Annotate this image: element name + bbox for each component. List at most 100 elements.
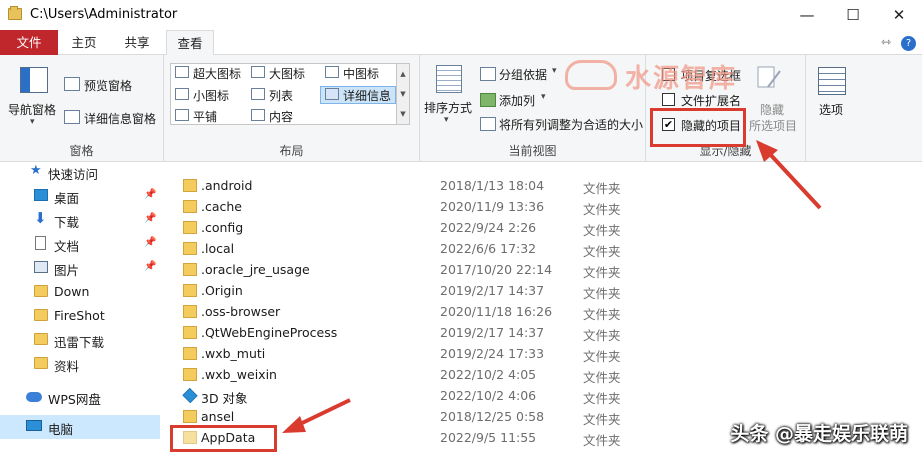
file-list: .android 2018/1/13 18:04 文件夹 .cache 2020…	[165, 163, 922, 454]
chevron-down-icon[interactable]: ▾	[30, 117, 35, 127]
tab-home[interactable]: 主页	[60, 30, 108, 55]
details-icon	[325, 88, 339, 100]
file-row[interactable]: .android 2018/1/13 18:04 文件夹	[165, 175, 922, 196]
folder-icon	[183, 242, 197, 255]
computer-icon	[26, 420, 42, 431]
group-by-button[interactable]: 分组依据	[499, 66, 547, 83]
file-name: .wxb_muti	[201, 346, 266, 361]
layout-tiles[interactable]: 平铺	[193, 108, 217, 125]
file-row[interactable]: .oss-browser 2020/11/18 16:26 文件夹	[165, 301, 922, 322]
file-type: 文件夹	[583, 181, 621, 196]
nav-item-thunder-downloads[interactable]: 迅雷下载	[0, 328, 160, 352]
folder-icon	[183, 221, 197, 234]
expand-gallery-icon[interactable]: ▼	[397, 104, 409, 124]
pin-icon[interactable]: 📌	[144, 213, 156, 224]
nav-item-documents[interactable]: 文档 📌	[0, 232, 160, 256]
folder-icon	[183, 263, 197, 276]
options-button[interactable]: 选项	[819, 101, 843, 118]
file-date: 2019/2/24 17:33	[440, 346, 545, 361]
folder-icon	[183, 179, 197, 192]
file-row[interactable]: .cache 2020/11/9 13:36 文件夹	[165, 196, 922, 217]
maximize-button[interactable]: ☐	[830, 0, 876, 30]
nav-item-downloads[interactable]: ⬇ 下载 📌	[0, 208, 160, 232]
hide-selected-button[interactable]: 隐藏	[760, 101, 784, 118]
tab-view[interactable]: 查看	[166, 30, 214, 56]
ribbon-pin-icon[interactable]: ⇿	[881, 35, 891, 49]
close-button[interactable]: ✕	[876, 0, 922, 30]
layout-list[interactable]: 列表	[269, 87, 293, 104]
details-pane-button[interactable]: 详细信息窗格	[84, 110, 156, 127]
preview-pane-button[interactable]: 预览窗格	[84, 77, 132, 94]
scroll-up-icon[interactable]: ▲	[397, 64, 409, 84]
file-row[interactable]: .Origin 2019/2/17 14:37 文件夹	[165, 280, 922, 301]
file-row[interactable]: .local 2022/6/6 17:32 文件夹	[165, 238, 922, 259]
layout-scrollbar[interactable]: ▲ ▼ ▼	[396, 64, 409, 124]
scroll-down-icon[interactable]: ▼	[397, 84, 409, 104]
folder-icon	[183, 347, 197, 360]
layout-small-icons[interactable]: 小图标	[193, 87, 229, 104]
size-all-columns-button[interactable]: 将所有列调整为合适的大小	[499, 116, 643, 133]
file-row[interactable]: .wxb_muti 2019/2/24 17:33 文件夹	[165, 343, 922, 364]
chevron-down-icon[interactable]: ▾	[541, 92, 546, 102]
nav-item-this-pc[interactable]: 电脑	[0, 415, 160, 439]
nav-item-quick-access[interactable]: ★ 快速访问	[0, 160, 160, 184]
tab-share[interactable]: 共享	[112, 30, 162, 55]
nav-item-fireshot[interactable]: FireShot	[0, 304, 160, 328]
layout-large-icons[interactable]: 大图标	[269, 65, 305, 82]
layout-content[interactable]: 内容	[269, 108, 293, 125]
file-row[interactable]: .QtWebEngineProcess 2019/2/17 14:37 文件夹	[165, 322, 922, 343]
file-date: 2022/9/5 11:55	[440, 430, 537, 445]
nav-item-down[interactable]: Down	[0, 280, 160, 304]
file-type: 文件夹	[583, 265, 621, 280]
file-name: .cache	[201, 199, 242, 214]
pin-icon[interactable]: 📌	[144, 237, 156, 248]
minimize-button[interactable]: —	[784, 0, 830, 30]
navigation-pane-button[interactable]: 导航窗格	[8, 101, 56, 118]
add-columns-button[interactable]: 添加列	[499, 92, 535, 109]
pin-icon[interactable]: 📌	[144, 189, 156, 200]
author-credit: 头条 @暴走娱乐联萌	[730, 423, 908, 445]
file-row[interactable]: .oracle_jre_usage 2017/10/20 22:14 文件夹	[165, 259, 922, 280]
nav-item-pictures[interactable]: 图片 📌	[0, 256, 160, 280]
file-date: 2018/12/25 0:58	[440, 409, 545, 424]
layout-details[interactable]: 详细信息	[343, 87, 391, 104]
ribbon-tabs: 文件 主页 共享 查看 ⇿ ?	[0, 30, 922, 56]
nav-item-wps-drive[interactable]: WPS网盘	[0, 385, 160, 409]
layout-medium-icons[interactable]: 中图标	[343, 65, 379, 82]
file-name: ansel	[201, 409, 235, 424]
layout-extra-large-icons[interactable]: 超大图标	[193, 65, 241, 82]
nav-item-materials[interactable]: 资料	[0, 352, 160, 376]
medium-icons-icon	[325, 66, 339, 78]
file-type: 文件夹	[583, 391, 621, 406]
pin-icon[interactable]: 📌	[144, 261, 156, 272]
file-type: 文件夹	[583, 349, 621, 364]
file-row[interactable]: 3D 对象 2022/10/2 4:06 文件夹	[165, 385, 922, 406]
file-name: .wxb_weixin	[201, 367, 277, 382]
navigation-pane: ★ 快速访问 桌面 📌 ⬇ 下载 📌 文档 📌 图片 📌 Down FireSh…	[0, 163, 165, 454]
pane-group: 导航窗格 ▾ 预览窗格 详细信息窗格 窗格	[0, 55, 164, 162]
sort-by-button[interactable]: 排序方式	[424, 99, 472, 116]
file-row[interactable]: .config 2022/9/24 2:26 文件夹	[165, 217, 922, 238]
current-view-group-label: 当前视图	[508, 144, 557, 158]
file-row[interactable]: .wxb_weixin 2022/10/2 4:05 文件夹	[165, 364, 922, 385]
tiles-icon	[175, 109, 189, 121]
file-type: 文件夹	[583, 370, 621, 385]
document-icon	[35, 236, 46, 250]
file-date: 2022/6/6 17:32	[440, 241, 537, 256]
file-date: 2018/1/13 18:04	[440, 178, 545, 193]
chevron-down-icon[interactable]: ▾	[444, 115, 449, 125]
hide-selected-button-line2[interactable]: 所选项目	[749, 117, 797, 134]
3d-objects-icon	[182, 387, 198, 404]
help-icon[interactable]: ?	[901, 36, 916, 51]
chevron-down-icon[interactable]: ▾	[552, 66, 557, 76]
file-date: 2022/9/24 2:26	[440, 220, 537, 235]
size-columns-icon	[480, 117, 496, 131]
watermark: 水源智库	[565, 58, 775, 94]
nav-item-label: 文档	[54, 239, 80, 254]
watermark-text: 水源智库	[625, 64, 738, 94]
tab-file[interactable]: 文件	[0, 30, 58, 55]
group-by-icon	[480, 67, 496, 81]
file-type: 文件夹	[583, 412, 621, 427]
file-name: .local	[201, 241, 235, 256]
nav-item-desktop[interactable]: 桌面 📌	[0, 184, 160, 208]
